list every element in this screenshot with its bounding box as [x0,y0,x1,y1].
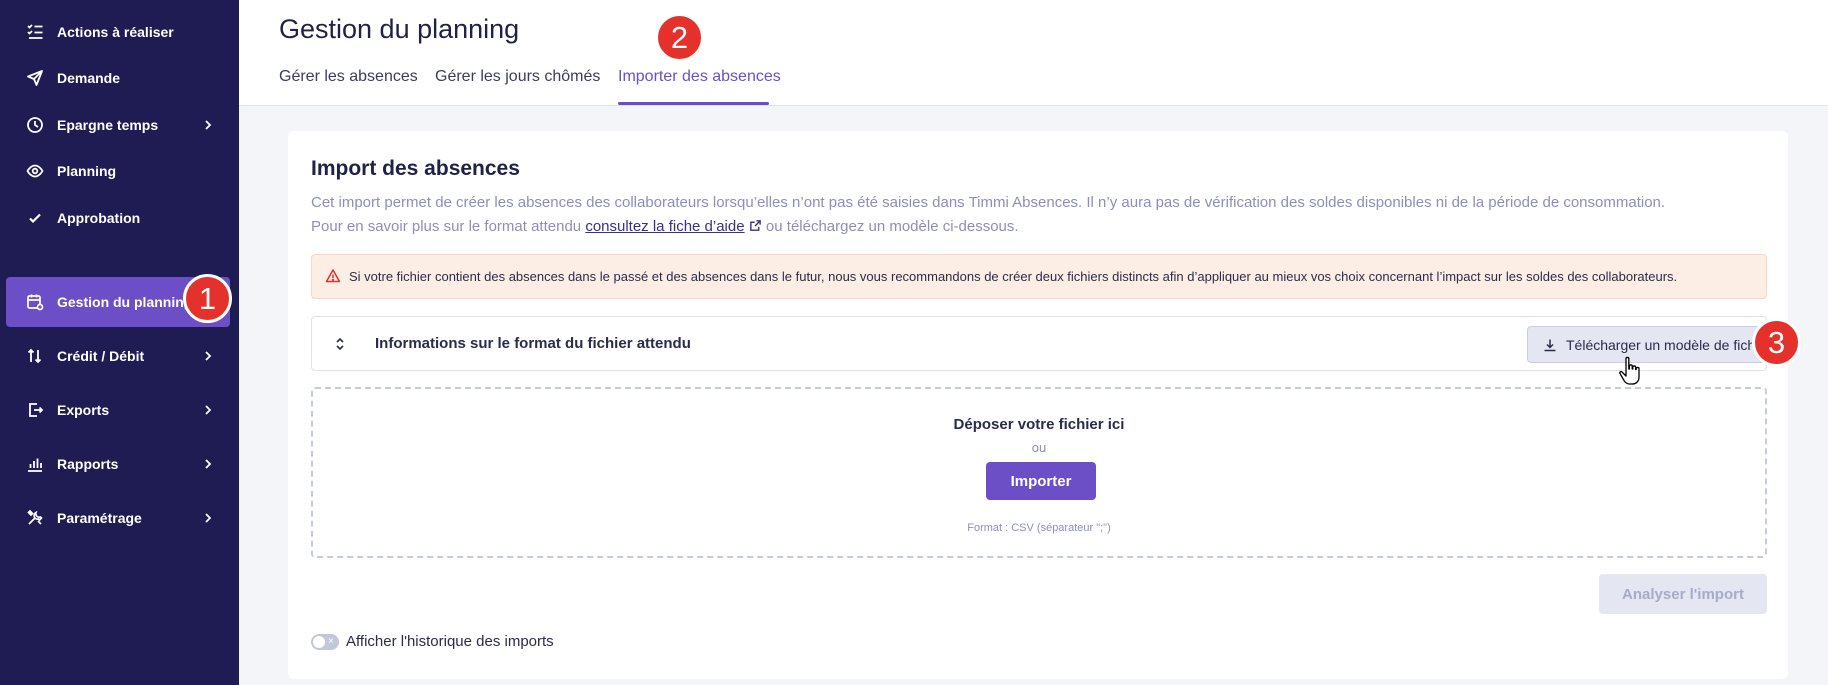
sidebar-item-label: Crédit / Débit [57,348,145,364]
download-template-button[interactable]: Télécharger un modèle de fichier [1527,326,1778,363]
toggle-knob [313,636,325,648]
chevron-right-icon [205,351,212,361]
sidebar-item-label: Planning [57,163,117,179]
tab-gerer-jours-chomes[interactable]: Gérer les jours chômés [435,68,600,86]
sidebar-item-parametrage[interactable]: Paramétrage [6,493,230,543]
description-line-1: Cet import permet de créer les absences … [311,194,1666,211]
clock-icon [24,114,46,136]
warning-alert: Si votre fichier contient des absences d… [311,254,1767,299]
description-prefix: Pour en savoir plus sur le format attend… [311,218,582,235]
help-link[interactable]: consultez la fiche d’aide [585,218,744,235]
check-icon [24,207,46,229]
sidebar-item-label: Demande [57,70,121,86]
sidebar: Actions à réaliser Demande Epargne temps… [0,0,239,685]
step-badge-3: 3 [1752,318,1801,367]
bar-chart-icon [24,453,46,475]
sidebar-item-rapports[interactable]: Rapports [6,439,230,489]
sidebar-item-label: Approbation [57,210,141,226]
sidebar-item-approbation[interactable]: Approbation [6,193,230,243]
chevron-right-icon [205,405,212,415]
hand-cursor-icon [1619,356,1640,385]
step-badge-1: 1 [183,274,232,323]
import-button[interactable]: Importer [986,462,1096,500]
sidebar-item-planning[interactable]: Planning [6,146,230,196]
expand-collapse-icon[interactable] [332,336,348,352]
sidebar-item-credit-debit[interactable]: Crédit / Débit [6,331,230,381]
file-dropzone[interactable]: Déposer votre fichier ici ou Importer Fo… [311,387,1767,558]
export-icon [24,399,46,421]
sidebar-item-actions[interactable]: Actions à réaliser [6,7,230,57]
sidebar-item-label: Rapports [57,456,119,472]
step-badge-2: 2 [655,13,704,62]
sidebar-item-label: Paramétrage [57,510,142,526]
calendar-gear-icon [24,291,46,313]
checklist-icon [24,21,46,43]
alert-text: Si votre fichier contient des absences d… [349,269,1678,284]
dropzone-format-hint: Format : CSV (séparateur ";") [967,522,1111,534]
warning-icon [325,269,341,283]
description-line-2: Pour en savoir plus sur le format attend… [311,218,1019,235]
analyze-import-button[interactable]: Analyser l'import [1599,574,1767,614]
close-icon: × [328,636,334,647]
tools-icon [24,507,46,529]
active-tab-indicator [618,102,769,105]
import-card: Import des absences Cet import permet de… [288,131,1788,679]
paper-plane-icon [24,67,46,89]
external-link-icon [749,220,761,231]
chevron-right-icon [205,513,212,523]
tab-importer-absences[interactable]: Importer des absences [618,68,781,86]
download-template-label: Télécharger un modèle de fichier [1566,337,1771,353]
history-toggle-label: Afficher l'historique des imports [346,633,554,650]
eye-icon [24,160,46,182]
description-suffix: ou téléchargez un modèle ci-dessous. [765,218,1019,235]
tab-gerer-absences[interactable]: Gérer les absences [279,68,418,86]
arrows-up-down-icon [24,345,46,367]
chevron-right-icon [205,120,212,130]
format-info-row[interactable]: Informations sur le format du fichier at… [311,316,1778,371]
sidebar-item-label: Epargne temps [57,117,159,133]
sidebar-item-demande[interactable]: Demande [6,53,230,103]
chevron-right-icon [205,459,212,469]
card-title: Import des absences [311,157,520,180]
download-icon [1544,339,1556,352]
format-info-label: Informations sur le format du fichier at… [375,335,691,352]
sidebar-item-label: Exports [57,402,110,418]
dropzone-title: Déposer votre fichier ici [953,416,1125,433]
sidebar-item-exports[interactable]: Exports [6,385,230,435]
history-toggle[interactable]: × [311,634,339,650]
page-title: Gestion du planning [279,14,520,44]
sidebar-item-label: Actions à réaliser [57,24,174,40]
sidebar-item-label: Gestion du planning [57,294,193,310]
page-header: Gestion du planning Gérer les absences G… [239,0,1828,106]
sidebar-item-epargne-temps[interactable]: Epargne temps [6,100,230,150]
dropzone-or: ou [1031,440,1047,455]
